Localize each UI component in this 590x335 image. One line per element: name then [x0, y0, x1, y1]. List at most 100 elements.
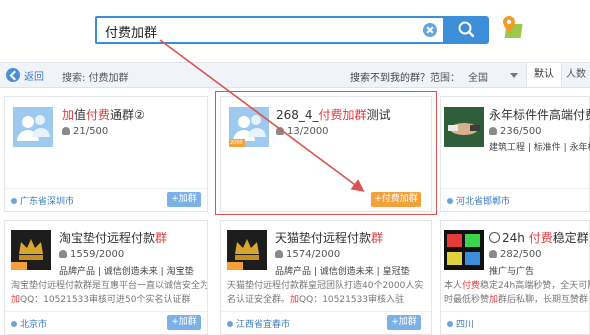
default-group-avatar-icon	[13, 107, 53, 147]
member-count: 1559/2000	[59, 249, 124, 260]
member-count: 236/500	[489, 126, 542, 137]
desc-part: 群后私聊，长期互赞群	[498, 295, 589, 305]
location-text: 河北省邯郸市	[456, 197, 511, 207]
desc-line: 加QQ：10521533审核可进50个实名认证群	[11, 293, 207, 307]
desc-part: QQ：10521533审核可进50个实名认证群	[20, 295, 191, 305]
group-description: 本人付费稳定24h高端秒赞，全天可随 时最低秒赞加群后私聊，长期互赞群	[444, 279, 590, 307]
desc-part: 加	[290, 295, 300, 305]
card-footer: 河北省邯郸市	[441, 188, 589, 211]
desc-part: 稳定24h高端秒赞，全天可随	[480, 281, 590, 291]
person-icon	[489, 127, 497, 135]
colorful-text-avatar-icon	[444, 230, 484, 270]
card-footer: 四川	[441, 311, 589, 334]
search-button[interactable]	[445, 16, 489, 44]
clear-icon[interactable]	[423, 23, 437, 37]
person-icon	[275, 250, 283, 258]
location: 北京市	[11, 317, 47, 330]
member-count-value: 236/500	[500, 126, 542, 137]
location-pin-icon	[11, 321, 17, 327]
join-button[interactable]: +加群	[167, 315, 201, 330]
title-part: 值	[74, 108, 87, 122]
member-count: 282/500	[489, 249, 542, 260]
card-footer: 广东省深圳市 +加群	[5, 188, 207, 211]
title-part: 天猫垫付远程付款	[275, 231, 372, 245]
search-icon	[458, 21, 475, 38]
member-count-value: 1574/2000	[286, 249, 341, 260]
search-input[interactable]: 付费加群	[95, 16, 445, 44]
location: 四川	[447, 317, 474, 330]
tag: 标准件	[533, 143, 561, 153]
top-bar: 付费加群	[0, 0, 590, 58]
crown-avatar-icon	[227, 230, 267, 270]
person-icon	[489, 250, 497, 258]
crown-avatar-icon	[11, 230, 51, 270]
group-title[interactable]: 加值付费通群②	[62, 106, 145, 123]
tag: 诚信创造未来	[103, 267, 158, 277]
location-pin-icon	[447, 198, 453, 204]
tag: 诚信创造未来	[319, 267, 374, 277]
group-title[interactable]: 淘宝垫付远程付款群	[59, 229, 167, 246]
desc-line: 本人付费稳定24h高端秒赞，全天可随	[444, 279, 590, 293]
location-pin-icon	[227, 321, 233, 327]
title-part: 付费	[528, 231, 553, 245]
tab-members[interactable]: 人数	[562, 63, 590, 87]
group-description: 天猫垫付远程付款群皇冠团队打造40个2000人实 名认证安全群。加QQ：1052…	[227, 279, 431, 307]
title-part: 稳定群	[552, 231, 589, 245]
filter-bar: 返回 搜索: 付费加群 搜索不到我的群？ 范围： 全国 默认 人数	[0, 62, 590, 88]
group-card[interactable]: 淘宝垫付远程付款群 1559/2000 品牌产品 | 诚信创造未来 | 淘宝垫 …	[4, 220, 208, 335]
group-title[interactable]: 24h 付费稳定群	[489, 229, 589, 246]
tag: 品牌产品	[275, 267, 312, 277]
group-title[interactable]: 永年标件件高端付费	[489, 106, 590, 123]
desc-part: 时最低秒赞	[444, 295, 490, 305]
group-card[interactable]: 24h 付费稳定群 282/500 推广与广告 本人付费稳定24h高端秒赞，全天…	[440, 220, 590, 335]
tag-list: 品牌产品 | 诚信创造未来 | 皇冠垫	[275, 267, 410, 277]
desc-part: 加	[489, 295, 499, 305]
location-text: 江西省宜春市	[236, 320, 291, 330]
chevron-down-icon	[510, 73, 518, 78]
clock-icon	[489, 232, 500, 243]
desc-part: 本人	[444, 281, 463, 291]
card-footer: 北京市 +加群	[5, 311, 207, 334]
person-icon	[62, 127, 70, 135]
location-text: 广东省深圳市	[20, 197, 75, 207]
member-count-value: 1559/2000	[70, 249, 125, 260]
tag-list: 建筑工程 | 标准件 | 永年标	[489, 140, 590, 153]
title-part: 群	[155, 231, 168, 245]
scope-label: 范围：	[430, 73, 460, 84]
back-button[interactable]: 返回	[6, 67, 44, 83]
person-icon	[59, 250, 67, 258]
tab-default[interactable]: 默认	[526, 63, 562, 87]
annotation-highlight-box	[215, 91, 437, 215]
tag: 永年标	[569, 143, 590, 153]
group-card[interactable]: 加值付费通群② 21/500 广东省深圳市 +加群	[4, 96, 208, 212]
scope-select[interactable]: 全国	[460, 67, 518, 84]
desc-part: 付费	[462, 281, 481, 291]
title-part: 付费	[86, 108, 111, 122]
title-part: 加	[62, 108, 75, 122]
group-title[interactable]: 天猫垫付远程付款群	[275, 229, 383, 246]
group-card[interactable]: 永年标件件高端付费 236/500 建筑工程 | 标准件 | 永年标 河北省邯郸…	[440, 96, 590, 212]
desc-line: 名认证安全群。加QQ：10521533审核入驻	[227, 293, 431, 307]
location-pin-icon	[11, 198, 17, 204]
group-description: 淘宝垫付远程付款群是互惠平台一直以诚信安全为名 加QQ：10521533审核可进…	[11, 279, 207, 307]
group-card[interactable]: 天猫垫付远程付款群 1574/2000 品牌产品 | 诚信创造未来 | 皇冠垫 …	[220, 220, 432, 335]
tag: 淘宝垫	[166, 267, 194, 277]
not-found-link[interactable]: 搜索不到我的群？	[350, 69, 430, 84]
tag-list: 推广与广告	[489, 264, 534, 277]
tag: 品牌产品	[59, 267, 96, 277]
join-button[interactable]: +加群	[167, 192, 201, 207]
scope-value: 全国	[468, 73, 488, 84]
desc-part: 名认证安全群。	[227, 295, 291, 305]
title-part: 淘宝垫付远程付款	[59, 231, 156, 245]
location-text: 北京市	[20, 320, 48, 330]
member-count-value: 282/500	[500, 249, 542, 260]
join-button[interactable]: +加群	[387, 315, 421, 330]
tag: 皇冠垫	[382, 267, 410, 277]
map-location-icon[interactable]	[500, 14, 526, 40]
title-part: 群	[371, 231, 384, 245]
title-part: 24h	[502, 231, 529, 245]
desc-part: QQ：10521533审核入驻	[299, 295, 405, 305]
desc-line: 时最低秒赞加群后私聊，长期互赞群	[444, 293, 590, 307]
location-text: 四川	[456, 320, 475, 330]
tag-list: 品牌产品 | 诚信创造未来 | 淘宝垫	[59, 267, 194, 277]
